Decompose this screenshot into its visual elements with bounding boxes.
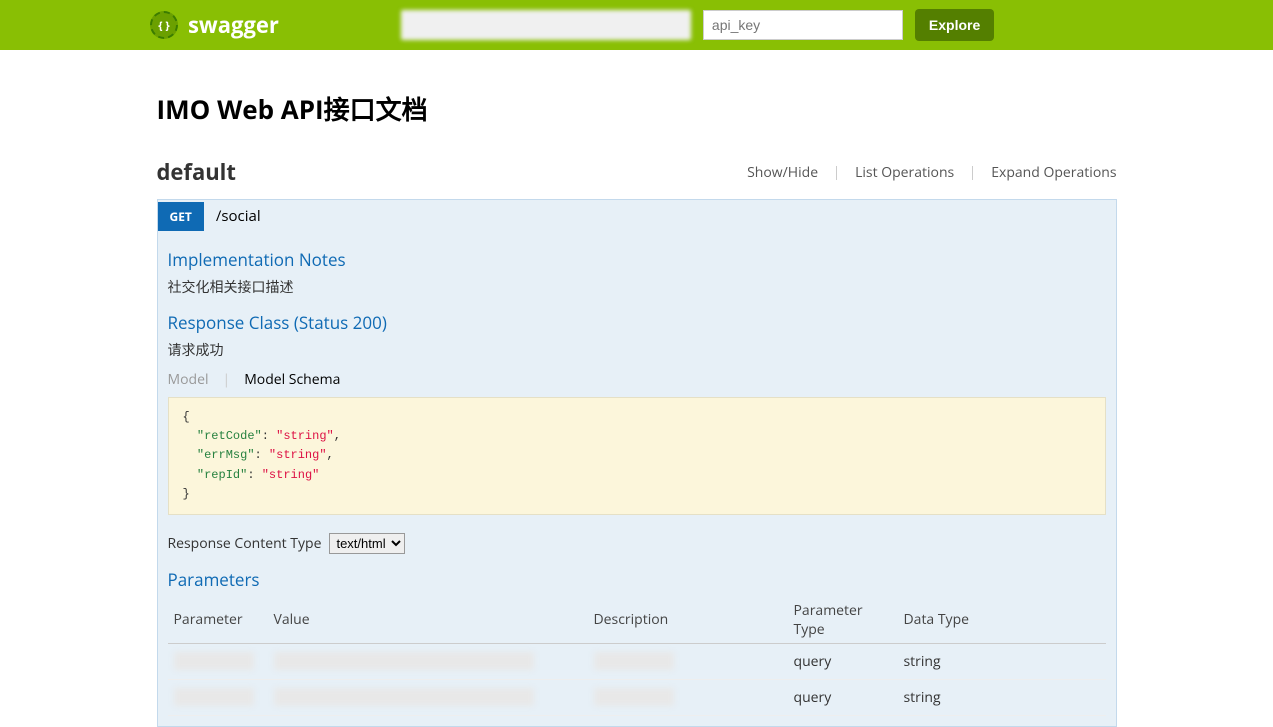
schema-repid: "string"	[262, 468, 320, 482]
logo: { } swagger	[150, 10, 279, 40]
api-key-input[interactable]	[703, 10, 903, 40]
response-class-desc: 请求成功	[168, 340, 1106, 360]
response-class-heading: Response Class (Status 200)	[168, 311, 1106, 334]
divider	[836, 166, 837, 180]
divider: |	[222, 370, 230, 389]
implementation-notes-heading: Implementation Notes	[168, 248, 1106, 271]
expand-operations-link[interactable]: Expand Operations	[991, 163, 1116, 182]
param-desc-redacted	[594, 652, 674, 670]
model-schema-box[interactable]: { "retCode": "string", "errMsg": "string…	[168, 397, 1106, 515]
data-type-cell: string	[898, 679, 1106, 715]
param-type-cell: query	[788, 679, 898, 715]
col-description: Description	[588, 597, 788, 644]
response-content-type-select[interactable]: text/html	[329, 533, 405, 554]
table-row: query string	[168, 643, 1106, 679]
resource-name[interactable]: default	[157, 157, 236, 187]
param-desc-redacted	[594, 688, 674, 706]
operation-header[interactable]: GET /social	[158, 200, 1116, 232]
schema-errmsg: "string"	[269, 448, 327, 462]
param-value-input[interactable]	[274, 688, 534, 706]
param-value-input[interactable]	[274, 652, 534, 670]
col-parameter-type: Parameter Type	[788, 597, 898, 644]
show-hide-link[interactable]: Show/Hide	[747, 163, 818, 182]
tab-model-schema[interactable]: Model Schema	[244, 370, 340, 389]
implementation-notes-text: 社交化相关接口描述	[168, 277, 1106, 297]
swagger-logo-icon: { }	[150, 11, 178, 39]
param-name-redacted	[174, 652, 254, 670]
main-container: IMO Web API接口文档 default Show/Hide List O…	[157, 50, 1117, 727]
table-row: query string	[168, 679, 1106, 715]
tab-model[interactable]: Model	[168, 370, 209, 389]
parameters-table: Parameter Value Description Parameter Ty…	[168, 597, 1106, 716]
response-content-type-row: Response Content Type text/html	[168, 533, 1106, 554]
response-content-type-label: Response Content Type	[168, 534, 322, 553]
http-method-badge: GET	[158, 202, 204, 231]
resource-header: default Show/Hide List Operations Expand…	[157, 157, 1117, 193]
list-operations-link[interactable]: List Operations	[855, 163, 954, 182]
header-bar: { } swagger Explore	[0, 0, 1273, 50]
spec-url-input[interactable]	[401, 10, 691, 40]
schema-retcode: "string"	[276, 429, 334, 443]
col-data-type: Data Type	[898, 597, 1106, 644]
model-tabs: Model | Model Schema	[168, 370, 1106, 389]
divider	[972, 166, 973, 180]
param-name-redacted	[174, 688, 254, 706]
operation-path: /social	[204, 200, 273, 232]
explore-button[interactable]: Explore	[915, 9, 994, 41]
col-parameter: Parameter	[168, 597, 268, 644]
col-value: Value	[268, 597, 588, 644]
operation-panel: GET /social Implementation Notes 社交化相关接口…	[157, 199, 1117, 727]
brand-text: swagger	[188, 10, 279, 40]
param-type-cell: query	[788, 643, 898, 679]
operation-body: Implementation Notes 社交化相关接口描述 Response …	[158, 232, 1116, 726]
parameters-heading: Parameters	[168, 568, 1106, 591]
page-title: IMO Web API接口文档	[157, 90, 1117, 127]
resource-actions: Show/Hide List Operations Expand Operati…	[747, 163, 1116, 182]
data-type-cell: string	[898, 643, 1106, 679]
